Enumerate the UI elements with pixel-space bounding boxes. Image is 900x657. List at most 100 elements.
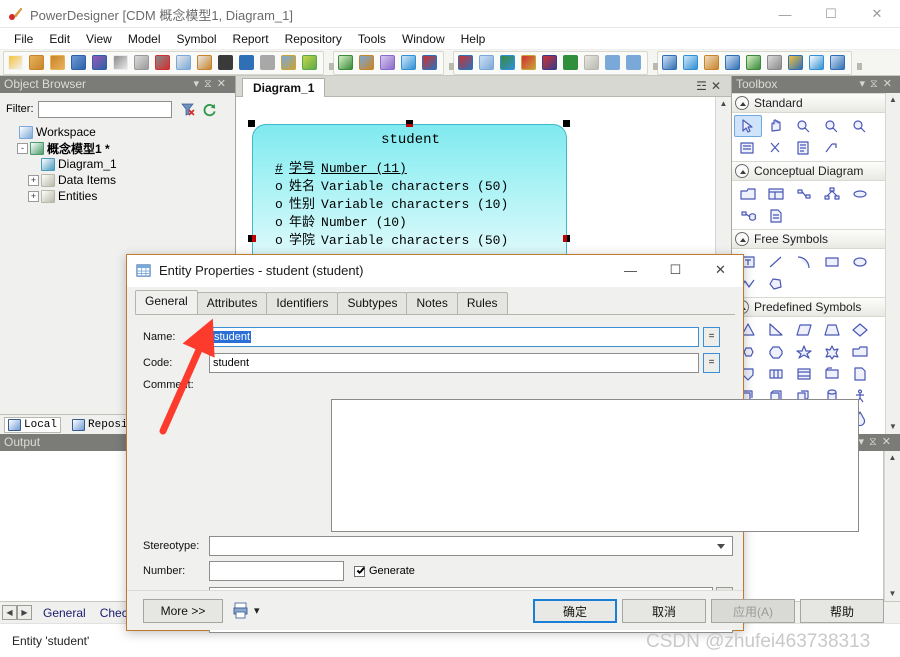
browser-tab-local[interactable]: Local xyxy=(4,416,62,433)
selection-handle-ml-red[interactable] xyxy=(252,235,256,242)
redo-icon[interactable] xyxy=(258,53,277,73)
output-controls[interactable]: ▾⧖✕ xyxy=(859,435,896,449)
output-tab-next-button[interactable]: ▶ xyxy=(17,605,32,620)
selection-handle-tl[interactable] xyxy=(248,120,255,127)
symbol-icon[interactable] xyxy=(477,53,496,73)
code-equal-button[interactable]: = xyxy=(703,353,720,373)
menu-tools[interactable]: Tools xyxy=(350,30,394,48)
view-ldm-icon[interactable] xyxy=(681,53,700,73)
properties-icon[interactable] xyxy=(734,137,762,159)
export-icon[interactable] xyxy=(582,53,601,73)
generate-physical-icon[interactable] xyxy=(357,53,376,73)
font-icon[interactable] xyxy=(561,53,580,73)
menu-window[interactable]: Window xyxy=(394,30,453,48)
star5-icon[interactable] xyxy=(790,341,818,363)
zoom-find-icon[interactable] xyxy=(786,53,805,73)
relationship-icon[interactable] xyxy=(790,183,818,205)
new-package-icon[interactable] xyxy=(27,53,46,73)
zoom-out-icon[interactable] xyxy=(818,115,846,137)
zoom-area-icon[interactable] xyxy=(846,115,874,137)
association-link-icon[interactable] xyxy=(734,205,762,227)
view-business-icon[interactable] xyxy=(765,53,784,73)
tree-node-0[interactable]: Workspace xyxy=(6,124,232,140)
help-button[interactable]: 帮助 xyxy=(800,599,884,623)
undo-icon[interactable] xyxy=(237,53,256,73)
document-tab-menu-icon[interactable]: ☲ xyxy=(696,79,711,93)
dialog-tab-general[interactable]: General xyxy=(135,290,198,314)
print-dropdown-icon[interactable]: ▾ xyxy=(254,604,260,617)
zoom-in-icon[interactable] xyxy=(790,115,818,137)
menu-symbol[interactable]: Symbol xyxy=(169,30,225,48)
object-browser-controls[interactable]: ▾⧖✕ xyxy=(194,77,231,91)
chevron-up-icon[interactable] xyxy=(735,232,749,246)
canvas-scroll-up-button[interactable]: ▲ xyxy=(716,97,731,111)
toolbox-section-free-symbols[interactable]: Free Symbols xyxy=(732,229,886,249)
tree-node-2[interactable]: Diagram_1 xyxy=(6,156,232,172)
tree-node-3[interactable]: + Data Items xyxy=(6,172,232,188)
paste-icon[interactable] xyxy=(195,53,214,73)
panel-pin-icon[interactable]: ⧖ xyxy=(204,78,217,90)
tree-node-1[interactable]: - 概念模型1 * xyxy=(6,140,232,156)
dialog-tab-attributes[interactable]: Attributes xyxy=(196,292,268,314)
refresh-icon[interactable] xyxy=(202,102,217,117)
view-pdm-icon[interactable] xyxy=(702,53,721,73)
copy-icon[interactable] xyxy=(174,53,193,73)
grid-icon[interactable] xyxy=(828,53,847,73)
generate-report-icon[interactable] xyxy=(378,53,397,73)
panel-close-icon[interactable]: ✕ xyxy=(217,78,231,90)
tree-node-4[interactable]: + Entities xyxy=(6,188,232,204)
toolbox-scroll-down-button[interactable]: ▼ xyxy=(886,420,900,434)
inheritance-icon[interactable] xyxy=(818,183,846,205)
arc-icon[interactable] xyxy=(790,251,818,273)
format-brush-icon[interactable] xyxy=(519,53,538,73)
dialog-maximize-button[interactable]: ☐ xyxy=(653,255,698,285)
star6-icon[interactable] xyxy=(818,341,846,363)
print-icon[interactable] xyxy=(132,53,151,73)
window-maximize-button[interactable]: ☐ xyxy=(808,0,854,28)
toolbox-close-icon[interactable]: ✕ xyxy=(883,78,897,90)
validate-icon[interactable] xyxy=(420,53,439,73)
dialog-tab-notes[interactable]: Notes xyxy=(406,292,458,314)
name-equal-button[interactable]: = xyxy=(703,327,720,347)
note-icon[interactable] xyxy=(790,137,818,159)
octagon-icon[interactable] xyxy=(762,341,790,363)
comment-icon[interactable] xyxy=(807,53,826,73)
document-icon[interactable] xyxy=(846,363,874,385)
comment-textarea[interactable] xyxy=(331,399,859,532)
ellipse-icon[interactable] xyxy=(846,251,874,273)
line-icon[interactable] xyxy=(762,251,790,273)
save-all-icon[interactable] xyxy=(90,53,109,73)
delete-scissors-icon[interactable] xyxy=(762,137,790,159)
file-icon[interactable] xyxy=(762,205,790,227)
output-scroll-up-button[interactable]: ▲ xyxy=(885,451,900,465)
dialog-tab-rules[interactable]: Rules xyxy=(456,292,508,314)
toolbox-scrollbar[interactable]: ▲ ▼ xyxy=(885,93,900,434)
menu-view[interactable]: View xyxy=(78,30,120,48)
toolbox-section-predefined-symbols[interactable]: Predefined Symbols xyxy=(732,297,886,317)
tree-expander-4[interactable]: + xyxy=(28,190,39,202)
panel-icon[interactable] xyxy=(762,363,790,385)
document-tab-diagram1[interactable]: Diagram_1 xyxy=(242,78,326,97)
parallelogram-icon[interactable] xyxy=(790,319,818,341)
output-close-icon[interactable]: ✕ xyxy=(882,436,896,448)
generate-checkbox-row[interactable]: Generate xyxy=(354,565,415,577)
output-tab-prev-button[interactable]: ◀ xyxy=(2,605,17,620)
menu-help[interactable]: Help xyxy=(453,30,494,48)
rectangle-icon[interactable] xyxy=(818,251,846,273)
window-minimize-button[interactable]: — xyxy=(762,0,808,28)
package-icon[interactable] xyxy=(734,183,762,205)
selection-handle-tc-red[interactable] xyxy=(406,124,413,127)
properties-icon[interactable] xyxy=(279,53,298,73)
dialog-close-button[interactable]: ✕ xyxy=(698,255,743,285)
code-input[interactable]: student xyxy=(209,353,699,373)
new-model-icon[interactable] xyxy=(6,53,25,73)
menu-edit[interactable]: Edit xyxy=(41,30,78,48)
chevron-up-icon[interactable] xyxy=(735,96,749,110)
align-right-icon[interactable] xyxy=(624,53,643,73)
diamond-icon[interactable] xyxy=(846,319,874,341)
window-icon[interactable] xyxy=(790,363,818,385)
check-model2-icon[interactable] xyxy=(456,53,475,73)
auto-layout-icon[interactable] xyxy=(498,53,517,73)
document-tab-close-icon[interactable]: ✕ xyxy=(711,79,725,93)
refresh-model-icon[interactable] xyxy=(399,53,418,73)
